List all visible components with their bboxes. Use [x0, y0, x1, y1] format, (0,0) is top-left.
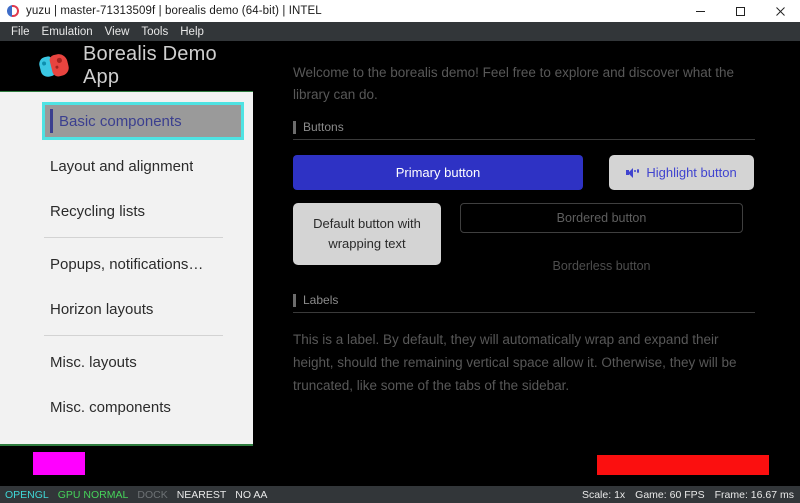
status-scale: Scale: 1x: [582, 489, 625, 501]
sidebar-item-layout-and-alignment[interactable]: Layout and alignment: [33, 150, 241, 182]
statusbar: OPENGL GPU NORMAL DOCK NEAREST NO AA Sca…: [0, 486, 800, 503]
label-paragraph: This is a label. By default, they will a…: [293, 328, 755, 397]
section-title: Labels: [303, 293, 338, 307]
section-header-labels: Labels: [293, 293, 755, 307]
minimize-icon: [695, 6, 706, 17]
sidebar-item-misc-layouts[interactable]: Misc. layouts: [33, 346, 241, 378]
status-frametime: Frame: 16.67 ms: [715, 489, 794, 501]
close-button[interactable]: [760, 0, 800, 22]
section-accent-bar: [293, 121, 296, 134]
maximize-icon: [735, 6, 746, 17]
section-accent-bar: [293, 294, 296, 307]
maximize-button[interactable]: [720, 0, 760, 22]
sidebar-item-label: Misc. components: [50, 399, 171, 416]
status-renderer[interactable]: OPENGL: [5, 489, 49, 501]
window-title: yuzu | master-71313509f | borealis demo …: [26, 5, 322, 17]
titlebar-left: yuzu | master-71313509f | borealis demo …: [0, 4, 680, 18]
borderless-button[interactable]: Borderless button: [460, 251, 743, 281]
sidebar-bottom-divider: [0, 444, 253, 446]
statusbar-right: Scale: 1x Game: 60 FPS Frame: 16.67 ms: [582, 489, 800, 501]
section-title: Buttons: [303, 120, 344, 134]
sidebar-item-popups-notifications[interactable]: Popups, notifications…: [33, 248, 241, 280]
sidebar-item-basic-components[interactable]: Basic components: [45, 105, 241, 137]
status-dock[interactable]: DOCK: [137, 489, 167, 501]
sidebar-divider-2: [44, 335, 223, 336]
speaker-volume-icon: [626, 167, 639, 178]
app-header: Borealis Demo App: [0, 41, 253, 91]
section-divider: [293, 312, 755, 313]
primary-button[interactable]: Primary button: [293, 155, 583, 190]
button-row-primary: Primary button Highlight button: [293, 155, 755, 190]
red-overlay-rect: [597, 455, 769, 475]
window-controls: [680, 0, 800, 22]
sidebar-divider-1: [44, 237, 223, 238]
status-antialiasing[interactable]: NO AA: [235, 489, 267, 501]
yuzu-window: yuzu | master-71313509f | borealis demo …: [0, 0, 800, 503]
sidebar-item-label: Misc. layouts: [50, 354, 137, 371]
emulation-screen[interactable]: Borealis Demo App Basic components Layou…: [0, 41, 800, 486]
sidebar-item-label: Popups, notifications…: [50, 256, 203, 273]
status-fps: Game: 60 FPS: [635, 489, 704, 501]
section-header-buttons: Buttons: [293, 120, 755, 134]
menu-view[interactable]: View: [99, 25, 136, 39]
button-row-secondary: Default button with wrapping text Border…: [293, 203, 755, 281]
highlight-button[interactable]: Highlight button: [609, 155, 754, 190]
menubar: File Emulation View Tools Help: [0, 22, 800, 41]
status-gpu-accuracy[interactable]: GPU NORMAL: [58, 489, 129, 501]
joycon-controller-icon: [40, 53, 72, 79]
sidebar-item-label: Basic components: [59, 113, 182, 130]
sidebar-item-label: Recycling lists: [50, 203, 145, 220]
sidebar-item-label: Horizon layouts: [50, 301, 153, 318]
minimize-button[interactable]: [680, 0, 720, 22]
yuzu-logo-icon: [6, 4, 20, 18]
status-filter[interactable]: NEAREST: [177, 489, 227, 501]
menu-tools[interactable]: Tools: [135, 25, 174, 39]
app-title: Borealis Demo App: [83, 43, 253, 89]
default-wrapping-button[interactable]: Default button with wrapping text: [293, 203, 441, 265]
sidebar: Basic components Layout and alignment Re…: [0, 92, 253, 444]
sidebar-item-label: Layout and alignment: [50, 158, 193, 175]
sidebar-item-misc-components[interactable]: Misc. components: [33, 391, 241, 423]
menu-help[interactable]: Help: [174, 25, 210, 39]
sidebar-item-horizon-layouts[interactable]: Horizon layouts: [33, 293, 241, 325]
menu-emulation[interactable]: Emulation: [36, 25, 99, 39]
section-divider: [293, 139, 755, 140]
menu-file[interactable]: File: [5, 25, 36, 39]
button-stack: Bordered button Borderless button: [460, 203, 743, 281]
magenta-overlay-rect: [33, 452, 85, 475]
content-panel: Welcome to the borealis demo! Feel free …: [253, 41, 800, 486]
intro-text: Welcome to the borealis demo! Feel free …: [293, 62, 755, 106]
window-titlebar: yuzu | master-71313509f | borealis demo …: [0, 0, 800, 22]
close-icon: [775, 6, 786, 17]
bordered-button[interactable]: Bordered button: [460, 203, 743, 233]
highlight-button-label: Highlight button: [646, 165, 736, 180]
sidebar-item-recycling-lists[interactable]: Recycling lists: [33, 195, 241, 227]
statusbar-left: OPENGL GPU NORMAL DOCK NEAREST NO AA: [0, 489, 267, 501]
